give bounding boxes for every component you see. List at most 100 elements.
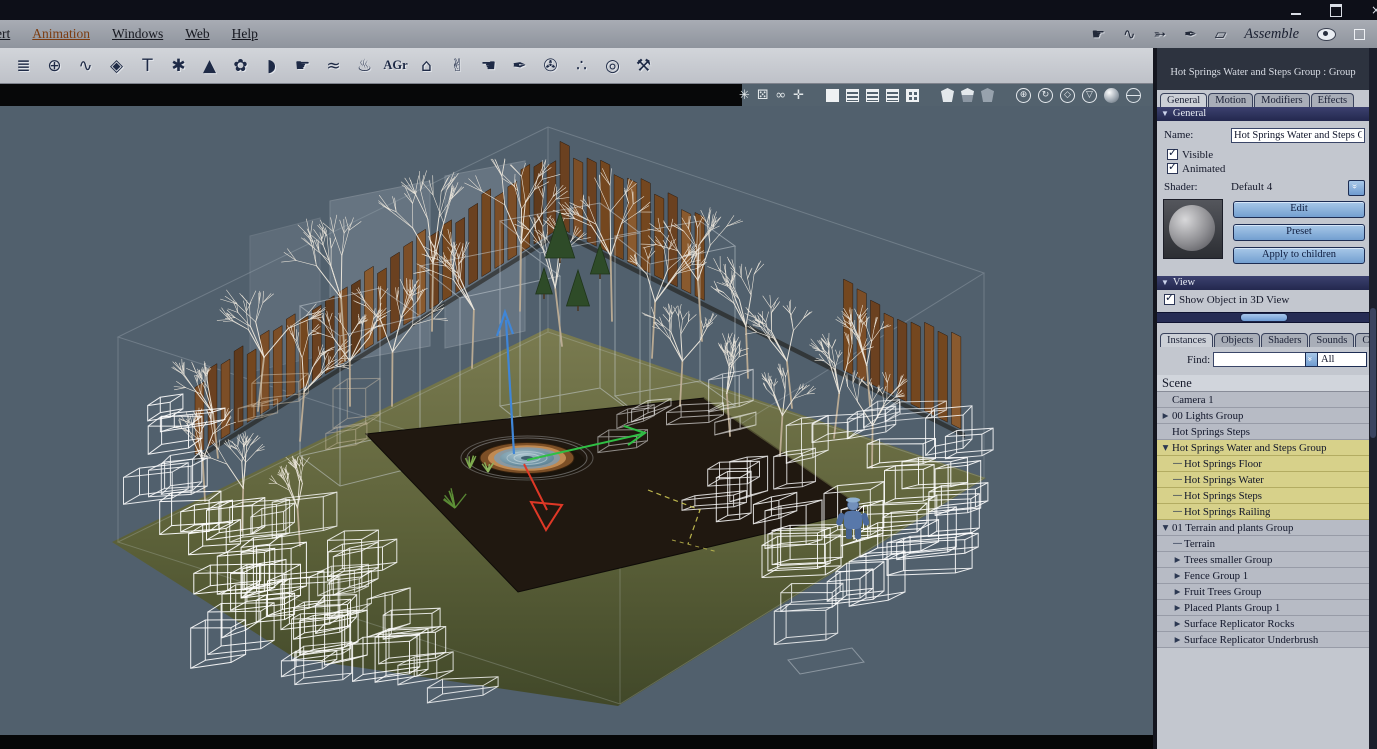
plane-view-icon[interactable]: ▽ — [1082, 87, 1097, 103]
minimize-button[interactable] — [1289, 4, 1303, 16]
splitter-handle[interactable] — [1240, 313, 1288, 322]
shader-dropdown-button[interactable]: » — [1348, 180, 1365, 196]
lasso-icon[interactable]: ∿ — [1123, 25, 1136, 43]
vertex-object-icon[interactable]: ≣ — [8, 56, 39, 76]
scrollbar-thumb[interactable] — [1370, 308, 1376, 438]
particle-emitter-icon[interactable]: ✱ — [163, 56, 194, 76]
aerial-view-icon[interactable]: ∞ — [775, 88, 786, 103]
expand-arrow-icon[interactable]: ▶ — [1171, 619, 1184, 628]
checkbox-icon[interactable]: ✓ — [1167, 160, 1178, 174]
browser-tab-objects[interactable]: Objects — [1214, 333, 1261, 347]
movie-camera-icon[interactable]: ✇ — [535, 56, 566, 76]
dropper-icon[interactable]: ✒ — [1184, 25, 1197, 43]
scene-tree-item[interactable]: ▼ Hot Springs Water and Steps Group — [1157, 440, 1369, 456]
glove-icon[interactable]: ✌ — [442, 56, 473, 76]
expand-arrow-icon[interactable]: ▼ — [1159, 443, 1172, 452]
plane-tool-icon[interactable]: ▱ — [1215, 25, 1227, 43]
needle-icon[interactable]: ✒ — [504, 56, 535, 76]
finger-tool-icon[interactable]: ☛ — [287, 56, 318, 76]
expand-arrow-icon[interactable]: ▶ — [1171, 571, 1184, 580]
target-icon[interactable]: ◎ — [597, 56, 628, 76]
metaball-icon[interactable]: ◗ — [256, 56, 287, 76]
sphere-primitive-icon[interactable]: ⊕ — [39, 56, 70, 76]
frame-icon[interactable] — [1354, 28, 1365, 40]
diamond-view-icon[interactable]: ◇ — [1060, 87, 1075, 103]
menu-item-ert[interactable]: ert — [0, 26, 10, 42]
wrench-icon[interactable]: ⚒ — [628, 56, 659, 76]
text-primitive-icon[interactable]: T — [132, 56, 163, 76]
menu-item-animation[interactable]: Animation — [32, 26, 90, 42]
expand-arrow-icon[interactable]: ▶ — [1171, 587, 1184, 596]
viewport-3d[interactable] — [0, 106, 1155, 735]
browser-tab-shaders[interactable]: Shaders — [1261, 333, 1309, 347]
menu-item-windows[interactable]: Windows — [112, 26, 163, 42]
scene-root-header[interactable]: Scene — [1157, 375, 1369, 392]
expand-arrow-icon[interactable]: ▶ — [1159, 411, 1172, 420]
scene-tree-item[interactable]: ▶ Surface Replicator Underbrush — [1157, 632, 1369, 648]
torus-icon[interactable]: ◈ — [101, 56, 132, 76]
display-solid-icon[interactable] — [826, 88, 839, 102]
name-input[interactable] — [1231, 127, 1365, 143]
hand-icon[interactable]: ☚ — [473, 56, 504, 76]
terrain-icon[interactable]: ▲ — [194, 56, 225, 76]
browser-tab-sounds[interactable]: Sounds — [1309, 333, 1355, 347]
expand-arrow-icon[interactable]: ▶ — [1171, 555, 1184, 564]
menu-item-help[interactable]: Help — [232, 26, 258, 42]
scene-tree-item[interactable]: Hot Springs Steps — [1157, 424, 1369, 440]
shader-preview[interactable] — [1163, 199, 1223, 259]
tab-general[interactable]: General — [1160, 93, 1208, 107]
filter-dropdown[interactable]: » All — [1305, 352, 1367, 367]
visible-checkbox[interactable]: ✓ Visible — [1157, 146, 1369, 161]
animated-checkbox[interactable]: ✓ Animated — [1157, 160, 1369, 175]
shield-full-icon[interactable] — [941, 88, 954, 102]
tab-motion[interactable]: Motion — [1208, 93, 1254, 107]
add-view-icon[interactable]: ⊕ — [1016, 87, 1031, 103]
scene-tree-item[interactable]: ▶ Trees smaller Group — [1157, 552, 1369, 568]
scene-dice-icon[interactable]: ⚄ — [757, 88, 768, 103]
tab-effects[interactable]: Effects — [1310, 93, 1355, 107]
general-section-header[interactable]: ▼ General — [1157, 107, 1369, 121]
maximize-button[interactable] — [1329, 4, 1343, 17]
agr-icon[interactable]: AGr — [380, 58, 411, 73]
apply-to-children-button[interactable]: Apply to children — [1233, 247, 1365, 264]
scene-tree-item[interactable]: ▶ Fruit Trees Group — [1157, 584, 1369, 600]
edit-button[interactable]: Edit — [1233, 201, 1365, 218]
spline-object-icon[interactable]: ∿ — [70, 56, 101, 76]
filter-dropdown-icon[interactable]: » — [1305, 352, 1318, 367]
checkbox-icon[interactable]: ✓ — [1164, 291, 1175, 305]
shield-half-icon[interactable] — [961, 88, 974, 102]
ocean-icon[interactable]: ≈ — [318, 56, 349, 76]
expand-arrow-icon[interactable]: ▼ — [1159, 523, 1172, 532]
scene-tree-item[interactable]: ▶ Fence Group 1 — [1157, 568, 1369, 584]
scene-tree-item[interactable]: ▼ 01 Terrain and plants Group — [1157, 520, 1369, 536]
replicator-icon[interactable]: ∴ — [566, 56, 597, 76]
scene-tree-item[interactable]: ▶ Surface Replicator Rocks — [1157, 616, 1369, 632]
scene-tree-item[interactable]: ▶ Placed Plants Group 1 — [1157, 600, 1369, 616]
viewport-3d-scene[interactable] — [0, 106, 1155, 735]
checkbox-icon[interactable]: ✓ — [1167, 146, 1178, 160]
close-button[interactable]: × — [1369, 4, 1377, 16]
wire-ball-icon[interactable] — [1126, 87, 1141, 103]
scene-tree-item[interactable]: — Terrain — [1157, 536, 1369, 552]
expand-arrow-icon[interactable]: ▶ — [1171, 635, 1184, 644]
architecture-icon[interactable]: ⌂ — [411, 56, 442, 76]
preset-button[interactable]: Preset — [1233, 224, 1365, 241]
pan-hand-icon[interactable]: ☛ — [1092, 25, 1105, 43]
eye-icon[interactable] — [1317, 27, 1336, 41]
tab-modifiers[interactable]: Modifiers — [1254, 93, 1310, 107]
panel-scrollbar[interactable] — [1369, 48, 1377, 749]
scene-tree-item[interactable]: Camera 1 — [1157, 392, 1369, 408]
scene-tree-item[interactable]: — Hot Springs Floor — [1157, 456, 1369, 472]
volcano-icon[interactable]: ♨ — [349, 56, 380, 76]
shield-wire-icon[interactable] — [981, 88, 994, 102]
find-input[interactable] — [1213, 352, 1311, 367]
display-gouraud-icon[interactable] — [846, 88, 859, 102]
scene-tree-item[interactable]: — Hot Springs Water — [1157, 472, 1369, 488]
scene-tree-item[interactable]: ▶ 00 Lights Group — [1157, 408, 1369, 424]
move-cross-icon[interactable]: ✛ — [793, 88, 804, 103]
shaded-ball-icon[interactable] — [1104, 87, 1119, 103]
display-lines-icon[interactable] — [886, 88, 899, 102]
browser-tab-instances[interactable]: Instances — [1160, 333, 1214, 347]
expand-arrow-icon[interactable]: ▶ — [1171, 603, 1184, 612]
rotate-view-icon[interactable]: ↻ — [1038, 87, 1053, 103]
